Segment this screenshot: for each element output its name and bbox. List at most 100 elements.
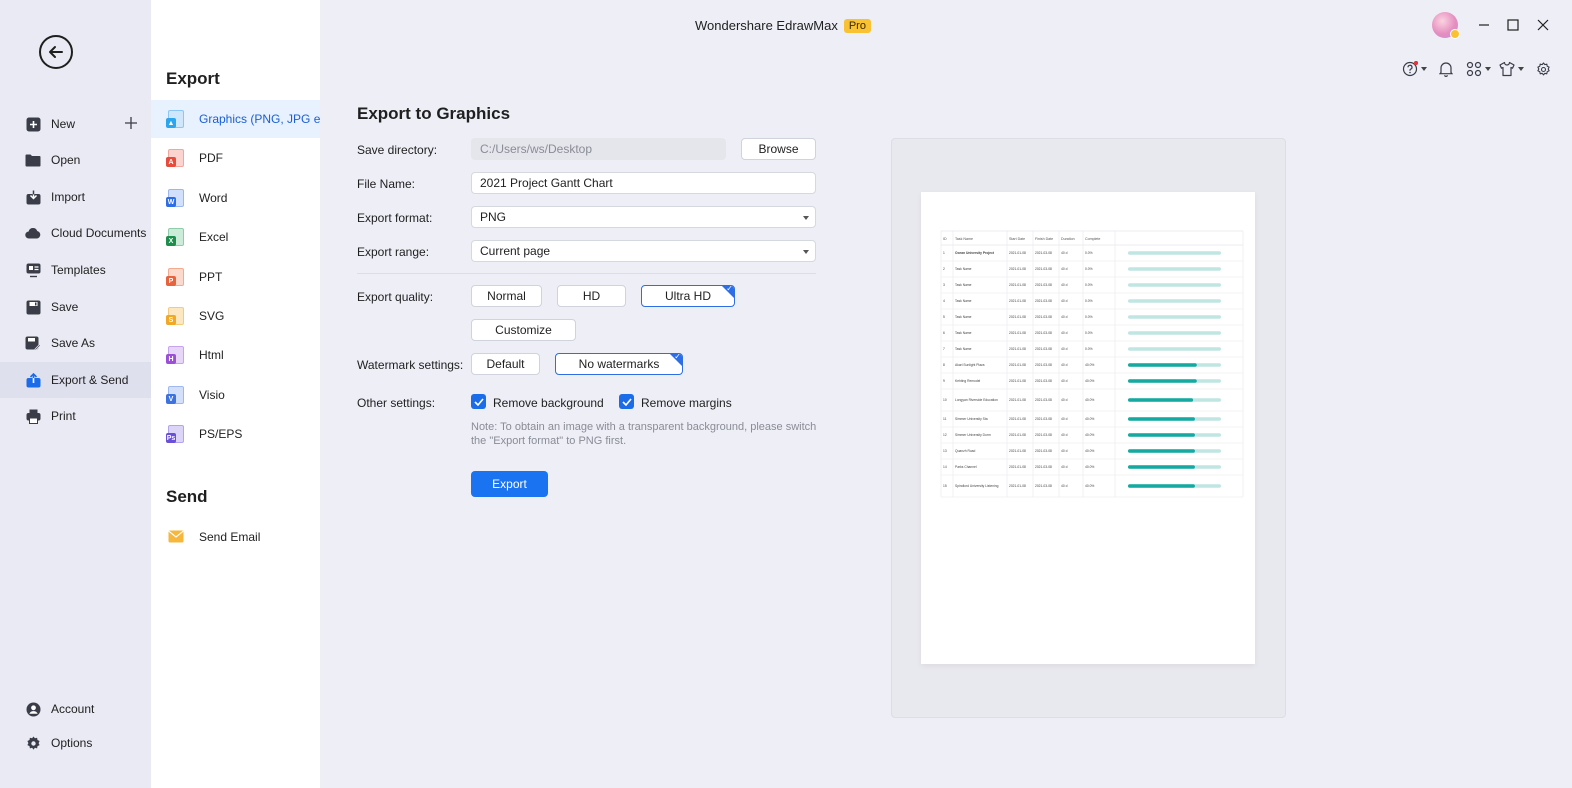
table-cell: 40.0% (1085, 449, 1094, 453)
format-ps-eps[interactable]: Ps PS/EPS (151, 415, 320, 453)
table-cell: 2021-01-08 (1009, 398, 1026, 402)
format-pdf[interactable]: A PDF (151, 139, 320, 177)
gantt-bar-track (1128, 347, 1221, 351)
apps-button[interactable] (1466, 60, 1491, 78)
nav-new-label: New (51, 117, 76, 131)
table-cell: 2021-01-08 (1009, 251, 1026, 255)
table-cell: 40.0% (1085, 363, 1094, 367)
vip-dot-icon (1450, 29, 1460, 39)
table-cell: 40 d (1061, 363, 1068, 367)
arrow-left-icon (49, 46, 63, 58)
watermark-default-button[interactable]: Default (471, 353, 540, 375)
export-button[interactable]: Export (471, 471, 548, 497)
other-settings-label: Other settings: (357, 396, 436, 410)
nav-templates[interactable]: Templates (0, 252, 151, 288)
remove-margins-checkbox[interactable] (619, 394, 634, 409)
new-icon (25, 116, 41, 132)
format-word[interactable]: W Word (151, 179, 320, 217)
file-name-input[interactable]: 2021 Project Gantt Chart (471, 172, 816, 194)
back-button[interactable] (39, 35, 73, 69)
table-cell: 2021-03-08 (1035, 363, 1052, 367)
table-cell: 40 d (1061, 331, 1068, 335)
remove-background-checkbox[interactable] (471, 394, 486, 409)
theme-button[interactable] (1499, 60, 1524, 78)
help-icon (1402, 61, 1418, 77)
nav-open[interactable]: Open (0, 142, 151, 178)
format-graphics[interactable]: ▲ Graphics (PNG, JPG e... (151, 100, 320, 138)
gantt-bar-progress (1128, 433, 1195, 437)
settings-button[interactable] (1536, 60, 1551, 78)
nav-import[interactable]: Import (0, 179, 151, 215)
table-cell: 2021-01-08 (1009, 417, 1026, 421)
export-format-label: Export format: (357, 211, 433, 225)
format-ppt-label: PPT (199, 270, 223, 284)
ps-file-icon: Ps (166, 425, 184, 443)
quality-hd-button[interactable]: HD (557, 285, 626, 307)
table-cell: 40 d (1061, 484, 1068, 488)
table-cell: 9 (943, 379, 945, 383)
format-html[interactable]: H Html (151, 336, 320, 374)
user-avatar[interactable] (1432, 12, 1460, 39)
gantt-bar-track (1128, 267, 1221, 271)
send-email[interactable]: Send Email (151, 518, 320, 556)
quality-ultra-hd-button[interactable]: Ultra HD ✓ (641, 285, 735, 307)
nav-print-label: Print (51, 409, 76, 423)
table-cell: 40 d (1061, 379, 1068, 383)
table-cell: 8 (943, 363, 945, 367)
gantt-bar-progress (1128, 484, 1195, 488)
send-email-label: Send Email (199, 530, 261, 544)
plus-icon[interactable] (124, 116, 138, 130)
table-cell: 0.0% (1085, 283, 1093, 287)
browse-button[interactable]: Browse (741, 138, 816, 160)
table-cell: 0.0% (1085, 267, 1093, 271)
gantt-bar-track (1128, 315, 1221, 319)
gantt-bar-track (1128, 283, 1221, 287)
close-button[interactable] (1533, 15, 1553, 35)
table-cell: 12 (943, 433, 947, 437)
save-directory-input[interactable]: C:/Users/ws/Desktop (471, 138, 726, 160)
nav-options-label: Options (51, 736, 93, 750)
save-icon (25, 299, 41, 315)
table-cell: 2021-01-08 (1009, 363, 1026, 367)
minimize-button[interactable] (1474, 15, 1494, 35)
nav-account[interactable]: Account (0, 691, 151, 727)
nav-import-label: Import (51, 190, 86, 204)
export-range-select[interactable]: Current page (471, 240, 816, 262)
nav-save-as-label: Save As (51, 336, 96, 350)
visio-file-icon: V (166, 386, 184, 404)
quality-normal-button[interactable]: Normal (471, 285, 542, 307)
table-cell: 2021-03-08 (1035, 251, 1052, 255)
table-cell: 40.0% (1085, 417, 1094, 421)
nav-print[interactable]: Print (0, 398, 151, 434)
table-cell: 2021-03-08 (1035, 347, 1052, 351)
chevron-down-icon (1485, 67, 1491, 71)
format-ppt[interactable]: P PPT (151, 258, 320, 296)
nav-new[interactable]: New (0, 106, 151, 142)
table-cell: 40 d (1061, 417, 1068, 421)
check-icon (621, 397, 632, 406)
export-format-select[interactable]: PNG (471, 206, 816, 228)
table-cell: 2021-03-08 (1035, 267, 1052, 271)
format-visio[interactable]: V Visio (151, 376, 320, 414)
watermark-none-button[interactable]: No watermarks ✓ (555, 353, 683, 375)
format-svg[interactable]: S SVG (151, 297, 320, 335)
print-icon (25, 408, 41, 424)
nav-export-send[interactable]: Export & Send (0, 362, 151, 398)
format-excel[interactable]: X Excel (151, 218, 320, 256)
app-name: Wondershare EdrawMax (695, 18, 838, 33)
watermark-none-label: No watermarks (578, 357, 660, 371)
maximize-button[interactable] (1503, 15, 1523, 35)
format-excel-label: Excel (199, 230, 229, 244)
quality-ultra-hd-label: Ultra HD (664, 289, 711, 303)
table-cell: 2021-03-08 (1035, 465, 1052, 469)
nav-options[interactable]: Options (0, 725, 151, 761)
nav-cloud-documents[interactable]: Cloud Documents (0, 215, 151, 251)
export-format-panel: Export ▲ Graphics (PNG, JPG e... A PDF W… (151, 0, 320, 788)
notifications-button[interactable] (1439, 60, 1453, 78)
save-as-icon (25, 335, 41, 351)
nav-save-as[interactable]: Save As (0, 325, 151, 361)
nav-save[interactable]: Save (0, 289, 151, 325)
help-button[interactable] (1402, 60, 1427, 78)
table-cell: 2021-03-08 (1035, 417, 1052, 421)
customize-button[interactable]: Customize (471, 319, 576, 341)
